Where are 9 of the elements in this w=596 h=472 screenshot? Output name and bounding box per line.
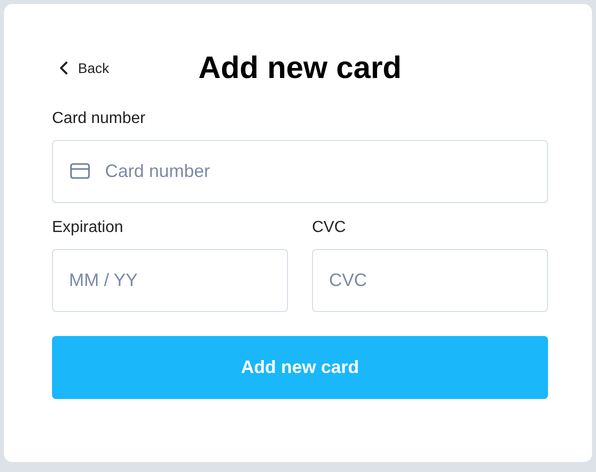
input-field[interactable]: MM / YY — [52, 249, 288, 312]
chevron-left-icon — [60, 61, 68, 75]
field-label: CVC — [312, 219, 347, 237]
back-button[interactable]: Back — [52, 60, 110, 76]
input-field[interactable]: Card number — [52, 140, 548, 203]
page-title: Add new card — [198, 50, 402, 86]
field-label: Expiration — [52, 219, 124, 237]
field-label: Card number — [52, 110, 146, 128]
input-field[interactable]: CVC — [312, 249, 548, 312]
